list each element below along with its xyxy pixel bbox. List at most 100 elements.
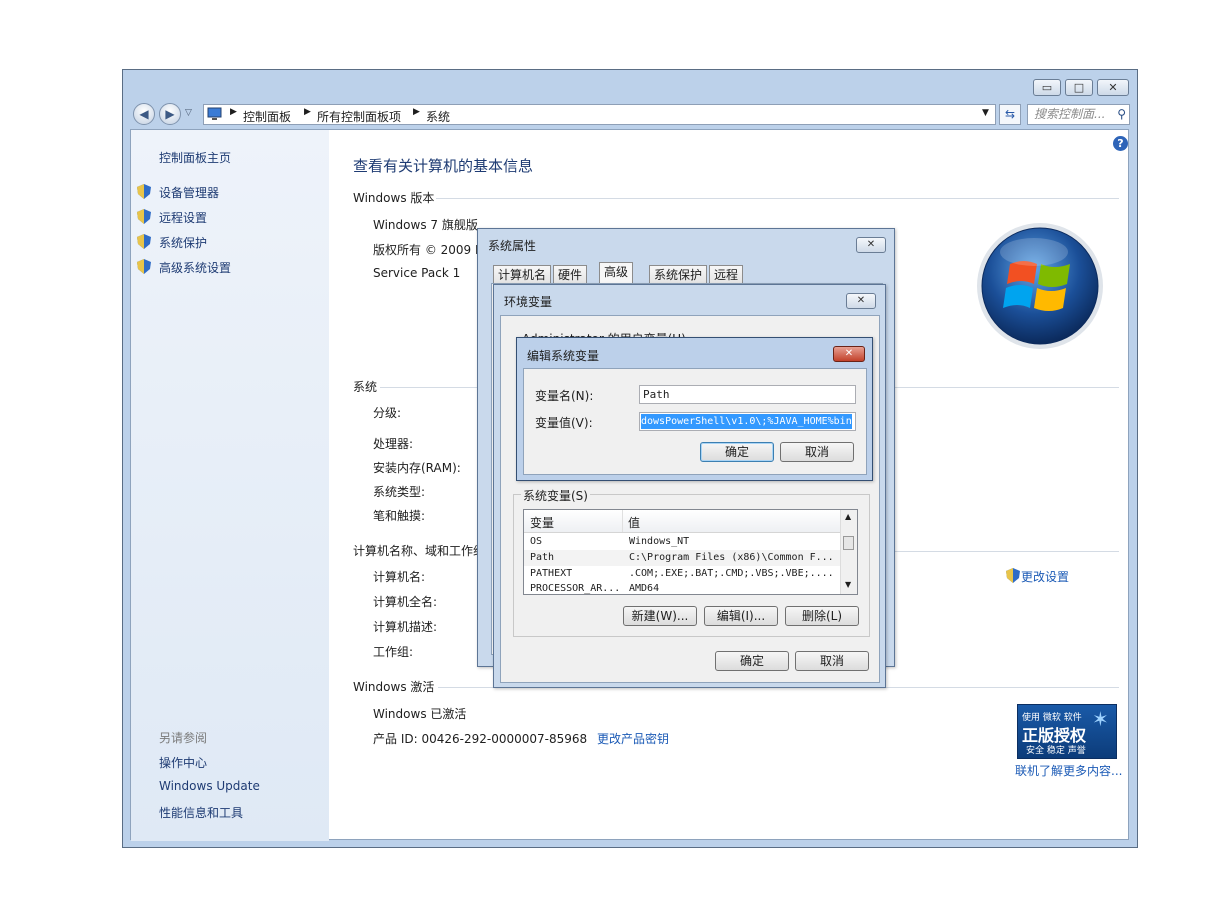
table-row-value[interactable]: C:\Program Files (x86)\Common F... — [629, 552, 834, 563]
scrollbar[interactable]: ▲ ▼ — [840, 510, 857, 594]
breadcrumb-all-items[interactable]: 所有控制面板项 — [317, 108, 401, 125]
shield-icon — [137, 259, 151, 274]
var-value-input[interactable]: dowsPowerShell\v1.0\;%JAVA_HOME%bin — [639, 412, 856, 431]
var-value-label: 变量值(V): — [535, 416, 593, 430]
ram-label: 安装内存(RAM): — [373, 461, 461, 475]
breadcrumb-chevron-icon: ▶ — [230, 107, 237, 117]
cancel-button[interactable]: 取消 — [780, 442, 854, 462]
close-button[interactable]: ✕ — [856, 237, 886, 253]
table-row-value[interactable]: .COM;.EXE;.BAT;.CMD;.VBS;.VBE;.... — [629, 568, 834, 579]
page-title: 查看有关计算机的基本信息 — [353, 157, 534, 175]
edition-name: Windows 7 旗舰版 — [373, 218, 478, 232]
rating-label: 分级: — [373, 406, 402, 420]
maximize-button[interactable]: □ — [1065, 79, 1093, 96]
scroll-down-icon[interactable]: ▼ — [845, 580, 851, 589]
delete-button[interactable]: 删除(L) — [785, 606, 859, 626]
table-row-name[interactable]: PROCESSOR_AR... — [530, 583, 620, 594]
computer-name-heading: 计算机名称、域和工作组 — [353, 544, 486, 558]
list-header: 变量 值 — [524, 510, 840, 533]
close-button[interactable]: ✕ — [846, 293, 876, 309]
breadcrumb-chevron-icon: ▶ — [304, 107, 311, 117]
recent-pages-icon[interactable]: ▽ — [185, 108, 192, 118]
cancel-button[interactable]: 取消 — [795, 651, 869, 671]
shield-icon — [137, 209, 151, 224]
description-label: 计算机描述: — [373, 620, 438, 634]
table-row-name[interactable]: Path — [530, 552, 554, 563]
system-heading: 系统 — [353, 380, 378, 394]
workgroup-label: 工作组: — [373, 645, 414, 659]
full-name-label: 计算机全名: — [373, 595, 438, 609]
col-variable[interactable]: 变量 — [530, 514, 554, 531]
close-button[interactable]: ✕ — [833, 346, 865, 362]
product-id: 产品 ID: 00426-292-0000007-85968 — [373, 732, 588, 746]
ok-button[interactable]: 确定 — [700, 442, 774, 462]
see-also-heading: 另请参阅 — [159, 731, 208, 745]
star-icon: ✶ — [1092, 707, 1109, 731]
search-icon[interactable]: ⚲ — [1117, 105, 1126, 124]
tab-computer-name[interactable]: 计算机名 — [493, 265, 552, 284]
sidebar-item-windows-update[interactable]: Windows Update — [159, 779, 260, 793]
sys-vars-list[interactable]: 变量 值 OS Windows_NT Path C:\Program Files… — [523, 509, 858, 595]
breadcrumb-system[interactable]: 系统 — [426, 108, 450, 125]
new-button[interactable]: 新建(W)... — [623, 606, 697, 626]
col-value[interactable]: 值 — [628, 514, 640, 531]
var-name-input[interactable]: Path — [639, 385, 856, 404]
sidebar-item-home[interactable]: 控制面板主页 — [159, 149, 231, 166]
table-row-name[interactable]: OS — [530, 536, 542, 547]
refresh-icon[interactable]: ⇆ — [999, 104, 1021, 125]
forward-button[interactable]: ▶ — [159, 103, 181, 125]
var-value-selection: dowsPowerShell\v1.0\;%JAVA_HOME%bin — [641, 414, 852, 429]
windows-logo-icon — [977, 223, 1103, 349]
pen-touch-label: 笔和触摸: — [373, 509, 426, 523]
genuine-sub-text: 安全 稳定 声誉 — [1026, 746, 1086, 756]
breadcrumb-chevron-icon: ▶ — [413, 107, 420, 117]
shield-icon — [1006, 568, 1020, 583]
table-row-name[interactable]: PATHEXT — [530, 568, 572, 579]
dialog-title: 环境变量 — [504, 295, 553, 309]
activation-heading: Windows 激活 — [353, 680, 435, 694]
col-divider — [622, 510, 623, 532]
address-bar[interactable]: ▶ 控制面板 ▶ 所有控制面板项 ▶ 系统 ▼ — [203, 104, 996, 125]
breadcrumb-control-panel[interactable]: 控制面板 — [243, 108, 291, 125]
sidebar-item-protection[interactable]: 系统保护 — [159, 234, 207, 251]
change-settings-link[interactable]: 更改设置 — [1021, 568, 1069, 585]
tab-system-protection[interactable]: 系统保护 — [649, 265, 708, 284]
divider — [886, 551, 1119, 552]
sidebar-item-action-center[interactable]: 操作中心 — [159, 754, 207, 771]
tab-hardware[interactable]: 硬件 — [553, 265, 588, 284]
table-row-value[interactable]: AMD64 — [629, 583, 659, 594]
genuine-badge[interactable]: 使用 微软 软件 正版授权 安全 稳定 声誉 ✶ — [1017, 704, 1117, 759]
sys-vars-label: 系统变量(S) — [521, 487, 590, 504]
edit-button[interactable]: 编辑(I)... — [704, 606, 778, 626]
close-button[interactable]: ✕ — [1097, 79, 1129, 96]
tab-advanced[interactable]: 高级 — [599, 262, 634, 284]
activation-status: Windows 已激活 — [373, 707, 467, 721]
scroll-up-icon[interactable]: ▲ — [845, 512, 851, 521]
shield-icon — [137, 184, 151, 199]
scroll-thumb[interactable] — [843, 536, 854, 550]
address-dropdown-icon[interactable]: ▼ — [982, 108, 989, 118]
sidebar-item-remote[interactable]: 远程设置 — [159, 209, 207, 226]
computer-icon — [207, 107, 222, 120]
search-input[interactable]: 搜索控制面... ⚲ — [1027, 104, 1130, 125]
ok-button[interactable]: 确定 — [715, 651, 789, 671]
edit-system-variable-dialog: 编辑系统变量 ✕ 变量名(N): Path 变量值(V): dowsPowerS… — [516, 337, 873, 481]
minimize-button[interactable]: ▭ — [1033, 79, 1061, 96]
dialog-body: 变量名(N): Path 变量值(V): dowsPowerShell\v1.0… — [523, 368, 867, 475]
computer-name-label: 计算机名: — [373, 570, 426, 584]
system-type-label: 系统类型: — [373, 485, 426, 499]
sidebar: 控制面板主页 设备管理器 远程设置 系统保护 高级系统设置 另请参阅 操作中心 … — [131, 130, 329, 841]
sidebar-item-performance[interactable]: 性能信息和工具 — [159, 804, 243, 821]
sidebar-item-advanced[interactable]: 高级系统设置 — [159, 259, 231, 276]
edition-heading: Windows 版本 — [353, 191, 435, 205]
learn-more-link[interactable]: 联机了解更多内容... — [1015, 762, 1122, 779]
back-button[interactable]: ◀ — [133, 103, 155, 125]
processor-label: 处理器: — [373, 437, 414, 451]
sidebar-item-device-manager[interactable]: 设备管理器 — [159, 184, 219, 201]
change-key-link[interactable]: 更改产品密钥 — [597, 730, 669, 747]
table-row-value[interactable]: Windows_NT — [629, 536, 689, 547]
help-icon[interactable]: ? — [1113, 136, 1128, 151]
service-pack: Service Pack 1 — [373, 266, 461, 280]
divider — [436, 198, 1119, 199]
tab-remote[interactable]: 远程 — [709, 265, 744, 284]
